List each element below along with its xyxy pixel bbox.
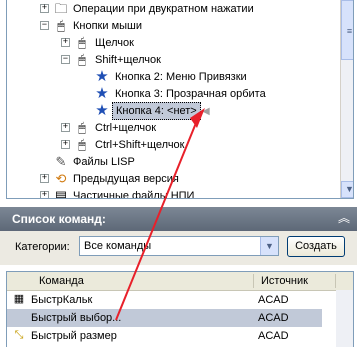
command-source: ACAD bbox=[258, 312, 289, 324]
tree-item-label: Кнопка 4: <нет> bbox=[112, 102, 201, 120]
tree-item-label: Кнопка 2: Меню Привязки bbox=[115, 71, 247, 83]
tree-item-label: Кнопка 3: Прозрачная орбита bbox=[115, 88, 266, 100]
tree-item-previous-version[interactable]: + ⟲ Предыдущая версия bbox=[7, 170, 337, 188]
column-divider[interactable] bbox=[335, 274, 336, 288]
expand-icon[interactable]: + bbox=[61, 140, 70, 149]
tree-scrollbar[interactable]: ≡ ▼ bbox=[340, 0, 353, 198]
star-icon: ★ bbox=[95, 85, 109, 102]
category-row: Категории: Все команды ▼ Создать bbox=[0, 231, 357, 265]
mouse-icon: 🖱 bbox=[78, 137, 86, 152]
collapse-icon[interactable]: − bbox=[40, 21, 49, 30]
tree-item-double-click[interactable]: + 🗀 Операции при двукратном нажатии bbox=[7, 0, 337, 18]
mouse-icon: 🖱 bbox=[57, 18, 65, 33]
mouse-icon: 🖱 bbox=[78, 52, 86, 67]
lisp-files-icon: ✎ bbox=[55, 154, 67, 169]
command-source: ACAD bbox=[258, 294, 289, 306]
panel-title: Список команд: bbox=[12, 212, 106, 226]
category-select[interactable]: Все команды ▼ bbox=[79, 236, 279, 256]
chevron-down-icon[interactable]: ▼ bbox=[260, 237, 278, 255]
tree-item-partial-cui[interactable]: + ▤ Частичные файлы НПИ bbox=[7, 187, 337, 199]
mouse-icon: 🖱 bbox=[78, 35, 86, 50]
expand-icon[interactable]: + bbox=[61, 123, 70, 132]
star-icon: ★ bbox=[95, 68, 109, 85]
command-name: БыстрКальк bbox=[31, 294, 93, 306]
command-name: Быстрый размер bbox=[31, 330, 117, 342]
tree-item-click[interactable]: + 🖱 Щелчок bbox=[7, 34, 337, 52]
list-header: Команда Источник bbox=[7, 272, 353, 291]
tree-item-button-2[interactable]: ★ Кнопка 2: Меню Привязки bbox=[7, 68, 337, 86]
collapse-icon[interactable]: − bbox=[61, 55, 70, 64]
tree-item-label: Кнопки мыши bbox=[73, 20, 143, 32]
list-item-selected[interactable]: Быстрый выбор... ACAD bbox=[7, 309, 322, 327]
partial-file-icon: ▤ bbox=[54, 188, 68, 199]
tree-item-ctrl-shift-click[interactable]: + 🖱 Ctrl+Shift+щелчок bbox=[7, 136, 337, 154]
expand-icon[interactable]: + bbox=[40, 4, 49, 13]
tree-item-ctrl-click[interactable]: + 🖱 Ctrl+щелчок bbox=[7, 119, 337, 137]
column-command[interactable]: Команда bbox=[39, 275, 84, 287]
tree-item-label: Операции при двукратном нажатии bbox=[73, 3, 254, 15]
list-scrollbar[interactable] bbox=[336, 290, 353, 347]
tree-item-label: Предыдущая версия bbox=[73, 173, 179, 185]
tree-item-label: Shift+щелчок bbox=[95, 54, 161, 66]
list-item[interactable]: ▦ БыстрКальк ACAD bbox=[7, 291, 322, 309]
collapse-panel-icon[interactable]: ︽ bbox=[337, 211, 351, 225]
category-value: Все команды bbox=[84, 240, 152, 252]
tree-item-button-3[interactable]: ★ Кнопка 3: Прозрачная орбита bbox=[7, 85, 337, 103]
calculator-icon: ▦ bbox=[13, 293, 25, 305]
scroll-down-button[interactable]: ▼ bbox=[341, 181, 353, 198]
tree-item-lisp-files[interactable]: ✎ Файлы LISP bbox=[7, 153, 337, 171]
mouse-icon: 🖱 bbox=[78, 120, 86, 135]
star-icon: ★ bbox=[95, 102, 109, 119]
tree-item-label: Щелчок bbox=[95, 37, 134, 49]
command-source: ACAD bbox=[258, 330, 289, 342]
command-list[interactable]: Команда Источник ▦ БыстрКальк ACAD Быстр… bbox=[6, 271, 354, 347]
command-list-header: Список команд: ︽ bbox=[0, 207, 357, 231]
tree-item-mouse-buttons[interactable]: − 🖱 Кнопки мыши bbox=[7, 17, 337, 35]
tree-item-shift-click[interactable]: − 🖱 Shift+щелчок bbox=[7, 51, 337, 69]
create-button[interactable]: Создать bbox=[287, 236, 345, 257]
tree-item-button-4[interactable]: ★ Кнопка 4: <нет> ◀ bbox=[7, 102, 337, 120]
scroll-thumb[interactable]: ≡ bbox=[341, 0, 353, 60]
list-item[interactable]: ⤡ Быстрый размер ACAD bbox=[7, 327, 322, 345]
command-name: Быстрый выбор... bbox=[31, 312, 122, 324]
tree-item-label: Файлы LISP bbox=[73, 156, 135, 168]
column-divider[interactable] bbox=[253, 274, 254, 288]
tree-item-label: Частичные файлы НПИ bbox=[73, 190, 195, 199]
tree-item-label: Ctrl+щелчок bbox=[95, 122, 157, 134]
expand-icon[interactable]: + bbox=[40, 174, 49, 183]
quick-dimension-icon: ⤡ bbox=[14, 329, 24, 341]
expand-icon[interactable]: + bbox=[61, 38, 70, 47]
folder-icon: 🗀 bbox=[54, 1, 68, 16]
customization-tree[interactable]: + 🗀 Операции при двукратном нажатии − 🖱 … bbox=[6, 0, 354, 199]
history-icon: ⟲ bbox=[55, 171, 67, 186]
category-label: Категории: bbox=[15, 241, 70, 253]
tree-item-label: Ctrl+Shift+щелчок bbox=[95, 139, 185, 151]
expand-icon[interactable]: + bbox=[40, 191, 49, 198]
column-source[interactable]: Источник bbox=[261, 275, 308, 287]
